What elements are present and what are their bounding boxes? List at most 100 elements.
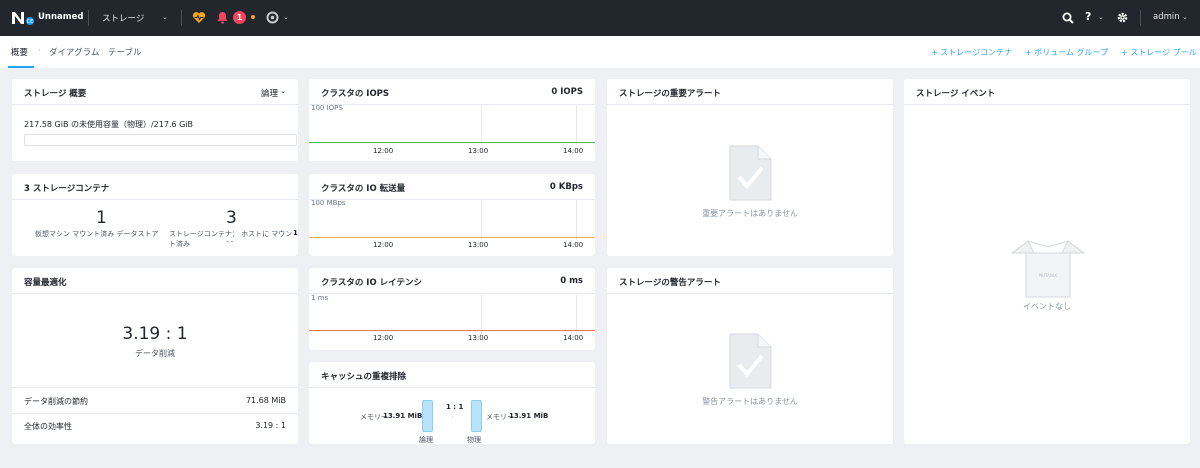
chevron-down-icon[interactable]: ⌄ xyxy=(280,87,286,95)
throughput-value: 0 KBps xyxy=(549,182,583,192)
cluster-latency-card: クラスタの IO レイテンシ 0 ms 1 ms 12:00 13:00 14:… xyxy=(309,268,595,350)
savings-label: データ削減の節約 xyxy=(24,397,88,406)
gear-icon[interactable] xyxy=(1116,11,1129,24)
nutanix-logo[interactable]: CE xyxy=(11,11,37,25)
card-title: ストレージの重要アラート xyxy=(619,89,721,99)
no-alerts-icon xyxy=(729,333,772,389)
x-tick: 13:00 xyxy=(468,147,489,155)
physical-bar xyxy=(471,400,482,432)
box-brand-text: NUTANIX xyxy=(1039,273,1057,278)
chevron-down-icon[interactable]: ⌄ xyxy=(162,13,168,21)
savings-value: 71.68 MiB xyxy=(245,396,286,405)
vm-datastore-count[interactable]: 1 xyxy=(96,208,107,228)
latency-value: 0 ms xyxy=(560,276,583,286)
capacity-text: 217.58 GiB の未使用容量（物理）/217.6 GiB xyxy=(24,120,194,129)
add-volume-group-button[interactable]: + ボリューム グループ xyxy=(1025,47,1108,58)
divider xyxy=(181,10,182,26)
critical-alerts-card: ストレージの重要アラート 重要アラートはありません xyxy=(607,79,893,256)
axis-label: 100 IOPS xyxy=(311,104,343,112)
x-tick: 14:00 xyxy=(563,241,584,249)
storage-summary-card: ストレージ 概要 論理 ⌄ 217.58 GiB の未使用容量（物理）/217.… xyxy=(12,79,298,161)
grid-line xyxy=(481,294,482,334)
efficiency-value: 3.19 : 1 xyxy=(255,421,286,430)
axis-label: 1 ms xyxy=(311,294,329,302)
efficiency-label: 全体の効率性 xyxy=(24,422,72,431)
empty-state-text: イベントなし xyxy=(1023,302,1071,311)
iops-series-line xyxy=(309,142,595,143)
search-icon[interactable] xyxy=(1062,12,1074,24)
user-menu[interactable]: admin xyxy=(1153,12,1180,22)
capacity-bar xyxy=(24,134,297,146)
iops-value: 0 IOPS xyxy=(551,87,583,97)
tab-separator: · xyxy=(98,46,101,56)
card-title: ストレージ イベント xyxy=(916,89,996,99)
chevron-down-icon[interactable]: ⌄ xyxy=(283,13,289,21)
tab-diagram[interactable]: ダイアグラム xyxy=(49,46,99,58)
empty-box-icon: NUTANIX xyxy=(1010,240,1086,298)
empty-state-text: 重要アラートはありません xyxy=(702,209,798,218)
storage-events-card: ストレージ イベント NUTANIX イベントなし xyxy=(904,79,1190,444)
grid-line xyxy=(481,200,482,240)
vm-datastore-label: 仮想マシン マウント済み データストア xyxy=(35,230,159,238)
status-dot xyxy=(251,15,255,19)
sub-navigation: 概要 · ダイアグラム · テーブル + ストレージコンテナ + ボリューム グ… xyxy=(0,36,1200,68)
entity-selector[interactable]: ストレージ xyxy=(102,12,144,24)
grid-line xyxy=(576,200,577,240)
arrow-right-icon: › xyxy=(451,413,454,421)
grid-line xyxy=(481,105,482,145)
data-reduction-ratio[interactable]: 3.19 : 1 xyxy=(12,324,298,344)
mounted-container-label: ストレージコンテナ： ホストに マウント済み xyxy=(169,230,293,248)
x-tick: 14:00 xyxy=(563,334,584,342)
mounted-container-count[interactable]: 3 xyxy=(226,208,237,228)
warning-alerts-card: ストレージの警告アラート 警告アラートはありません xyxy=(607,268,893,444)
capacity-optimization-card: 容量最適化 3.19 : 1 データ削減 データ削減の節約 71.68 MiB … xyxy=(12,268,298,444)
alert-count-badge[interactable]: 1 xyxy=(233,11,246,24)
bell-icon[interactable] xyxy=(217,11,228,24)
tab-overview[interactable]: 概要 xyxy=(11,46,28,58)
data-reduction-label: データ削減 xyxy=(135,349,175,358)
divider xyxy=(12,413,298,414)
svg-text:CE: CE xyxy=(27,19,34,25)
x-tick: 12:00 xyxy=(373,241,394,249)
logical-caption: 論理 xyxy=(419,436,433,444)
latency-series-line xyxy=(309,330,595,331)
help-icon[interactable]: ? xyxy=(1085,10,1091,23)
health-icon[interactable] xyxy=(192,11,206,24)
card-title: 3 ストレージコンテナ xyxy=(24,184,110,194)
add-storage-container-button[interactable]: + ストレージコンテナ xyxy=(931,47,1012,58)
x-tick: 12:00 xyxy=(373,334,394,342)
mounted-host-count: 1 xyxy=(293,229,298,237)
tasks-icon[interactable] xyxy=(266,11,279,24)
cluster-name[interactable]: Unnamed xyxy=(38,12,83,22)
logical-memory-value: 13.91 MiB xyxy=(383,412,423,420)
mode-selector[interactable]: 論理 xyxy=(261,87,278,99)
card-title: クラスタの IOPS xyxy=(321,89,390,99)
x-tick: 13:00 xyxy=(468,334,489,342)
mounted-extra: - - xyxy=(226,238,234,246)
chevron-down-icon[interactable]: ⌄ xyxy=(1182,13,1188,21)
x-tick: 14:00 xyxy=(563,147,584,155)
x-tick: 13:00 xyxy=(468,241,489,249)
axis-label: 100 MBps xyxy=(311,199,346,207)
no-alerts-icon xyxy=(729,145,772,201)
card-title: ストレージの警告アラート xyxy=(619,278,721,288)
cluster-throughput-card: クラスタの IO 転送量 0 KBps 100 MBps 12:00 13:00… xyxy=(309,174,595,256)
card-title: 容量最適化 xyxy=(24,278,67,288)
chevron-down-icon[interactable]: ⌄ xyxy=(1098,13,1104,21)
divider xyxy=(1140,10,1141,26)
dedup-ratio: 1 : 1 xyxy=(446,403,464,411)
physical-caption: 物理 xyxy=(467,436,481,444)
grid-line xyxy=(576,294,577,334)
x-tick: 12:00 xyxy=(373,147,394,155)
card-title: クラスタの IO 転送量 xyxy=(321,184,406,194)
divider xyxy=(88,10,89,26)
grid-line xyxy=(576,105,577,145)
cache-dedup-card: キャッシュの重複排除 メモリー 13.91 MiB 論理 1 : 1 › 物理 … xyxy=(309,362,595,444)
physical-memory-value: 13.91 MiB xyxy=(509,412,549,420)
divider xyxy=(12,387,298,388)
tab-table[interactable]: テーブル xyxy=(108,46,142,58)
add-storage-pool-button[interactable]: + ストレージ プール xyxy=(1121,47,1197,58)
empty-state-text: 警告アラートはありません xyxy=(702,397,798,406)
active-tab-indicator xyxy=(8,66,34,68)
top-bar: CE Unnamed ストレージ ⌄ 1 ⌄ ? ⌄ admin ⌄ xyxy=(0,0,1200,36)
